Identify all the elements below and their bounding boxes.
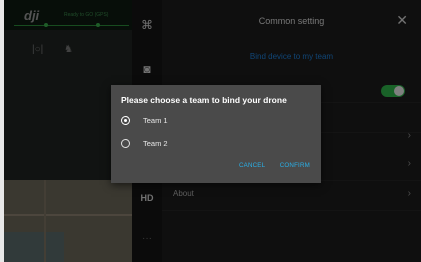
choose-team-dialog: Please choose a team to bind your drone … xyxy=(111,85,321,183)
team-option-2[interactable]: Team 2 xyxy=(121,138,271,152)
team-option-label: Team 1 xyxy=(143,116,168,125)
confirm-button[interactable]: CONFIRM xyxy=(280,162,310,169)
team-option-1[interactable]: Team 1 xyxy=(121,115,271,129)
radio-selected-icon[interactable] xyxy=(121,116,130,125)
dialog-title: Please choose a team to bind your drone xyxy=(121,95,287,105)
dialog-actions: CANCEL CONFIRM xyxy=(229,154,310,172)
radio-unselected-icon[interactable] xyxy=(121,139,130,148)
cancel-button[interactable]: CANCEL xyxy=(239,162,265,169)
team-option-label: Team 2 xyxy=(143,139,168,148)
